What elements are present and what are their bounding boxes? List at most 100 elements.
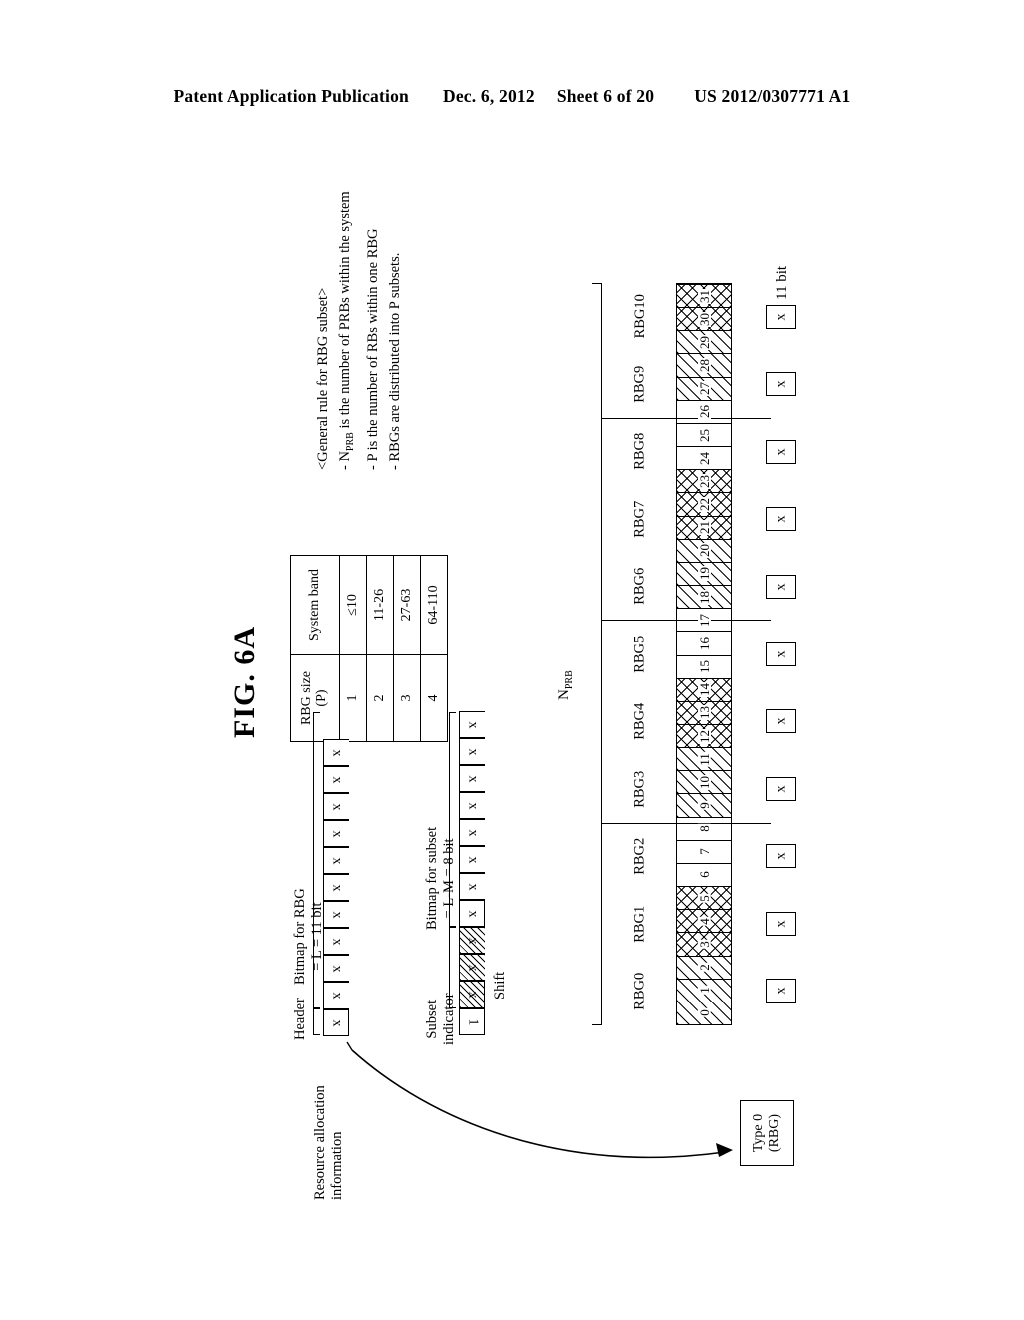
prb-cell: 11: [677, 747, 731, 771]
rbg-label: RBG9: [612, 350, 668, 417]
prb-cell: 12: [677, 723, 731, 748]
bitmap-rbg-brace: [313, 712, 320, 1008]
resource-allocation-label: Resource allocation information: [312, 1085, 345, 1200]
bit-cell: x: [323, 766, 349, 793]
cell-system-band: ≤10: [339, 555, 367, 655]
bit-cell: x: [323, 928, 349, 955]
prb-index: 2: [696, 963, 712, 972]
bit-cell-value: x: [465, 964, 481, 971]
prb-index: 10: [696, 774, 712, 790]
rbg-bitmap-box: x: [766, 844, 796, 869]
bit-cell: x: [323, 874, 349, 901]
bit-cell-value: x: [329, 749, 345, 756]
rbg-bitmap-box: x: [766, 574, 796, 599]
cell-system-band: 11-26: [366, 555, 394, 655]
rbg-bitmap-box: x: [766, 709, 796, 734]
prb-cell: 6: [677, 862, 731, 886]
rbg-label: RBG5: [612, 620, 668, 687]
prb-index: 15: [696, 659, 712, 675]
bit-cell-value: x: [465, 856, 481, 863]
type-0-box: Type 0 (RBG): [740, 1100, 794, 1166]
bit-cell-value: x: [465, 775, 481, 782]
prb-cell: 2: [677, 955, 731, 979]
prb-cell: 20: [677, 538, 731, 562]
bit-cell-header: 1: [459, 1008, 485, 1035]
prb-index: 20: [696, 543, 712, 559]
bitmap-rbg-label: Bitmap for RBG = L = 11 bit: [292, 888, 325, 985]
prb-index: 16: [696, 635, 712, 651]
bitmap-row-rbg-cells: x x x x x x x x x x x: [323, 739, 349, 1036]
rbg-label-text: RBG7: [631, 500, 648, 538]
bit-cell-value: x: [465, 721, 481, 728]
prb-index: 13: [696, 705, 712, 721]
prb-cell: 13: [677, 700, 731, 724]
bit-cell: x: [323, 847, 349, 874]
bit-cell: x: [459, 711, 485, 738]
bit-cell-value: x: [329, 884, 345, 891]
table-row: 4 64-110: [420, 555, 448, 742]
prb-cell: 4: [677, 909, 731, 933]
header-brace: [313, 1008, 320, 1035]
figure-title: FIG. 6A: [228, 626, 261, 738]
prb-index: 27: [696, 381, 712, 397]
prb-cell: 23: [677, 469, 731, 493]
bit-cell: x: [459, 900, 485, 927]
prb-cell: 24: [677, 446, 731, 469]
prb-cell: 7: [677, 839, 731, 863]
rbg-label-text: RBG9: [631, 365, 648, 403]
prb-index: 31: [696, 288, 712, 304]
prb-cell: 28: [677, 353, 731, 377]
prb-index: 23: [696, 473, 712, 489]
cell-rbg-size: 4: [420, 654, 448, 742]
rbg-label: RBG6: [612, 553, 668, 620]
rbg-label-text: RBG4: [631, 702, 648, 740]
bit-cell-value: x: [329, 1019, 344, 1026]
rbg-bitmap-value: x: [773, 717, 788, 725]
cell-rbg-size: 2: [366, 654, 394, 742]
prb-index: 3: [696, 940, 712, 949]
rbg-label: RBG2: [612, 823, 668, 890]
prb-index: 28: [696, 358, 712, 374]
bitmap-subset-cells: x x x x x x x x: [459, 711, 485, 927]
bit-cell-value: x: [465, 802, 481, 809]
rbg-label: RBG10: [612, 283, 668, 350]
bit-cell: x: [459, 981, 485, 1008]
rbg-bitmap-value: x: [773, 448, 788, 456]
bit-cell: x: [459, 846, 485, 873]
prb-cell: 1: [677, 978, 731, 1002]
rbg-bitmap-value: x: [773, 515, 788, 523]
publication-date: Dec. 6, 2012: [442, 86, 535, 106]
publication-header: Patent Application Publication Dec. 6, 2…: [0, 86, 1024, 107]
rbg-label-text: RBG6: [631, 568, 648, 606]
rbg-bitmap-value: x: [773, 583, 788, 591]
bit-cell-value: x: [329, 938, 345, 945]
rbg-bitmap-value: x: [773, 785, 788, 793]
arrow-overlay: [346, 1041, 733, 1159]
patent-figure-page: Patent Application Publication Dec. 6, 2…: [0, 0, 1024, 1320]
prb-index: 6: [696, 870, 712, 880]
prb-cell: 10: [677, 770, 731, 794]
rbg-bitmap-value: x: [773, 313, 788, 321]
table-header-system-band: System band: [290, 555, 340, 655]
prb-band: 0 1 2 3 4 5 6 7 8 9 10 11 12 13 14 15 16 17 18 19 20 21 22 23 24…: [676, 283, 732, 1025]
prb-index: 19: [696, 566, 712, 582]
rbg-label: RBG0: [612, 958, 668, 1025]
table-row: 2 11-26: [366, 555, 394, 742]
bit-cell: x: [323, 739, 349, 766]
prb-index: 1: [696, 986, 712, 996]
prb-cell: 21: [677, 515, 731, 539]
bit-cell-value: x: [329, 803, 345, 810]
rbg-bitmap-box: x: [766, 911, 796, 936]
prb-cell: 18: [677, 585, 731, 609]
prb-cell: 3: [677, 932, 731, 956]
rbg-label-column: RBG0 RBG1 RBG2 RBG3 RBG4 RBG5 RBG6 RBG7 RBG8 RBG9…: [612, 283, 668, 1025]
rbg-label-text: RBG5: [631, 635, 648, 673]
bit-cell: x: [459, 819, 485, 846]
shift-label: Shift: [492, 971, 508, 1000]
rbg-label-text: RBG8: [631, 433, 648, 471]
prb-index: 25: [696, 427, 712, 443]
prb-index: 17: [696, 612, 712, 628]
prb-cell: 25: [677, 422, 731, 446]
rbg-label: RBG3: [612, 755, 668, 822]
prb-index: 12: [696, 728, 712, 744]
